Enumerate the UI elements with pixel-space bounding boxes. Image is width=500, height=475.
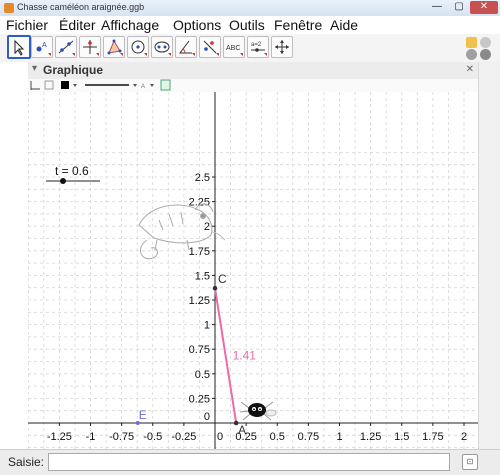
collapse-view-icon[interactable]: ▾ bbox=[32, 63, 37, 74]
text-style-icon[interactable] bbox=[160, 79, 171, 91]
geogebra-app-icon bbox=[4, 3, 14, 13]
svg-text:ABC: ABC bbox=[226, 45, 240, 52]
label-style-icon[interactable]: A bbox=[141, 84, 154, 90]
command-input[interactable] bbox=[48, 453, 450, 471]
menu-affichage[interactable]: Affichage bbox=[101, 17, 159, 33]
x-tick-label: 1 bbox=[336, 431, 342, 443]
axes bbox=[28, 92, 478, 449]
move-tool-button[interactable] bbox=[7, 35, 31, 59]
color-picker-icon[interactable] bbox=[61, 81, 77, 89]
window-title: Chasse caméléon araignée.ggb bbox=[17, 2, 145, 12]
slider-handle[interactable] bbox=[60, 178, 66, 184]
reflect-tool-button[interactable] bbox=[199, 36, 221, 58]
segment-length-label: 1.41 bbox=[233, 349, 257, 363]
x-tick-label: 1.25 bbox=[360, 431, 381, 443]
point-a-label: A bbox=[238, 423, 246, 437]
y-tick-label: 1 bbox=[204, 320, 210, 332]
left-margin bbox=[0, 62, 28, 449]
menu-bar: Fichier Éditer Affichage Options Outils … bbox=[0, 16, 500, 34]
axes-toggle-icon[interactable] bbox=[30, 81, 40, 90]
minimize-button[interactable]: — bbox=[426, 1, 448, 14]
tick-labels: -1.25 -1 -0.75 -0.5 -0.25 0 0.25 0.5 0.75 1 1.25 1.… bbox=[47, 172, 467, 443]
menu-aide[interactable]: Aide bbox=[330, 17, 358, 33]
y-tick-label: 0.75 bbox=[189, 344, 210, 356]
perpendicular-line-tool-button[interactable] bbox=[79, 36, 101, 58]
style-bar-icons: A bbox=[30, 79, 171, 91]
graph-svg[interactable]: -1.25 -1 -0.75 -0.5 -0.25 0 0.25 0.5 0.75 1 1.25 1.… bbox=[28, 92, 478, 449]
x-tick-label: -1.25 bbox=[47, 431, 72, 443]
svg-text:A: A bbox=[141, 84, 145, 90]
y-tick-label: 1.5 bbox=[195, 270, 210, 282]
graphics-style-bar: A bbox=[28, 79, 478, 93]
close-view-icon[interactable]: ✕ bbox=[466, 64, 474, 75]
move-view-tool-button[interactable] bbox=[271, 36, 293, 58]
line-style-icon[interactable] bbox=[85, 84, 137, 87]
slider-tool-button[interactable]: a=2 bbox=[247, 36, 269, 58]
cursor-arrow-icon bbox=[14, 39, 25, 56]
y-tick-label: 1.25 bbox=[189, 295, 210, 307]
x-tick-label: -0.5 bbox=[143, 431, 162, 443]
y-tick-label: 0.25 bbox=[189, 393, 210, 405]
right-panel bbox=[478, 62, 500, 449]
grid-lines bbox=[28, 92, 478, 449]
svg-text:a=2: a=2 bbox=[251, 42, 262, 48]
point-tool-button[interactable]: A bbox=[31, 36, 53, 58]
title-bar: Chasse caméléon araignée.ggb — ▢ ✕ bbox=[0, 0, 500, 17]
x-tick-label: -1 bbox=[86, 431, 96, 443]
line-tool-button[interactable] bbox=[55, 36, 77, 58]
settings-gear-icon[interactable] bbox=[480, 49, 491, 60]
menu-editer[interactable]: Éditer bbox=[59, 17, 96, 33]
slider-t[interactable]: t = 0.6 bbox=[46, 164, 100, 184]
menu-fichier[interactable]: Fichier bbox=[6, 17, 48, 33]
graphics-view-title: Graphique bbox=[43, 63, 104, 77]
graphics-view-header: ▾ Graphique ✕ bbox=[28, 62, 478, 80]
point-c[interactable] bbox=[212, 285, 218, 291]
x-tick-label: 0 bbox=[217, 431, 223, 443]
undo-icon[interactable] bbox=[480, 37, 491, 48]
y-tick-label: 1.75 bbox=[189, 246, 210, 258]
open-folder-icon[interactable] bbox=[466, 37, 477, 48]
spider-image[interactable] bbox=[239, 401, 277, 421]
y-tick-label: 0 bbox=[204, 411, 210, 423]
move-arrows-icon bbox=[275, 40, 289, 54]
point-e-label: E bbox=[139, 408, 147, 422]
close-button[interactable]: ✕ bbox=[470, 1, 498, 14]
input-bar: Saisie: ⊡ bbox=[0, 449, 500, 475]
point-c-label: C bbox=[218, 272, 227, 286]
text-tool-button[interactable]: ABC bbox=[223, 36, 245, 58]
maximize-button[interactable]: ▢ bbox=[448, 1, 470, 14]
y-tick-label: 2.5 bbox=[195, 172, 210, 184]
menu-options[interactable]: Options bbox=[173, 17, 221, 33]
x-tick-label: 0.75 bbox=[298, 431, 319, 443]
polygon-tool-button[interactable] bbox=[103, 36, 125, 58]
svg-text:A: A bbox=[42, 42, 47, 49]
graphics-canvas[interactable]: -1.25 -1 -0.75 -0.5 -0.25 0 0.25 0.5 0.75 1 1.25 1.… bbox=[28, 92, 478, 449]
x-tick-label: -0.75 bbox=[109, 431, 134, 443]
y-tick-label: 0.5 bbox=[195, 369, 210, 381]
x-tick-label: 0.5 bbox=[270, 431, 285, 443]
x-tick-label: 2 bbox=[461, 431, 467, 443]
menu-outils[interactable]: Outils bbox=[229, 17, 265, 33]
x-tick-label: 1.75 bbox=[422, 431, 443, 443]
y-tick-label: 2 bbox=[204, 221, 210, 233]
help-icon[interactable] bbox=[466, 49, 477, 60]
input-bar-label: Saisie: bbox=[8, 455, 45, 469]
circle-tool-button[interactable] bbox=[127, 36, 149, 58]
x-tick-label: 1.5 bbox=[394, 431, 409, 443]
menu-fenetre[interactable]: Fenêtre bbox=[274, 17, 322, 33]
x-tick-label: -0.25 bbox=[171, 431, 196, 443]
toolbar: A ABC a=2 bbox=[0, 34, 500, 63]
slider-label: t = 0.6 bbox=[55, 164, 89, 178]
keyboard-icon[interactable]: ⊡ bbox=[462, 454, 478, 470]
ellipse-tool-button[interactable] bbox=[151, 36, 173, 58]
angle-tool-button[interactable] bbox=[175, 36, 197, 58]
grid-toggle-icon[interactable] bbox=[44, 80, 54, 90]
